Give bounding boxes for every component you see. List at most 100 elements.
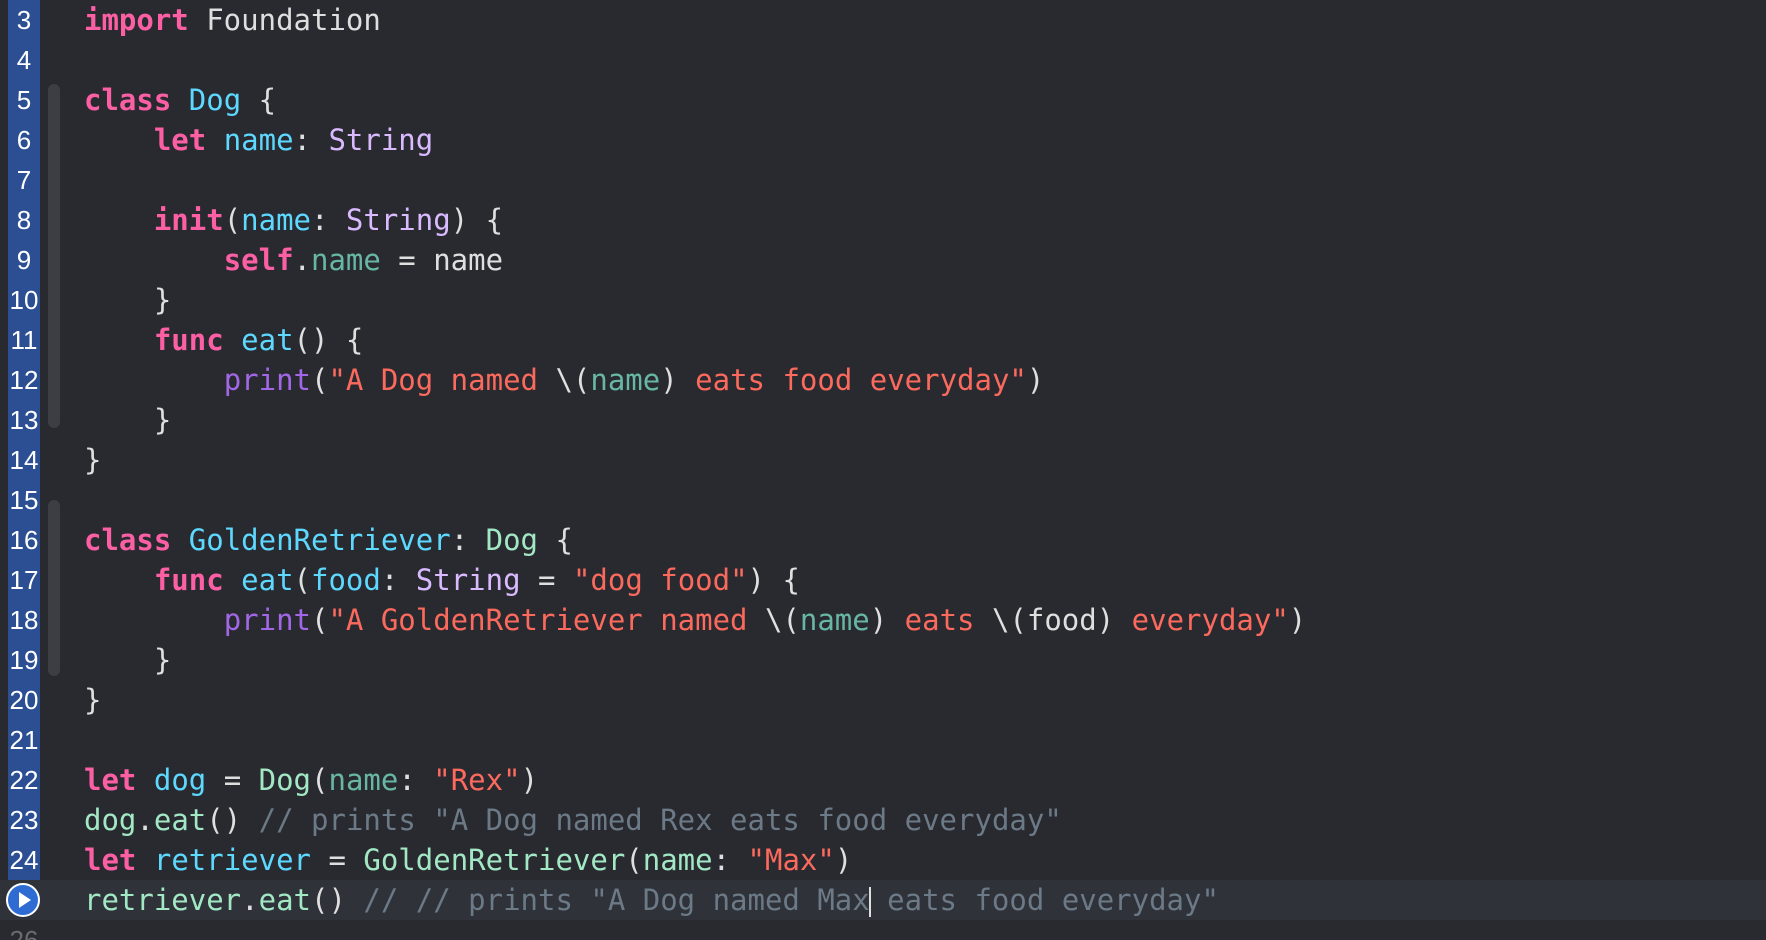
code-token: (): [206, 803, 259, 837]
code-token: name: [642, 843, 713, 877]
code-token: init: [153, 203, 224, 237]
code-token: eats food everyday": [677, 363, 1027, 397]
code-line[interactable]: 3 import Foundation: [0, 0, 1766, 40]
code-token: import: [84, 3, 189, 37]
code-token: "dog food": [572, 563, 748, 597]
code-line-current[interactable]: retriever.eat() // // prints "A Dog name…: [0, 880, 1766, 920]
code-line[interactable]: 20}: [0, 680, 1766, 720]
code-line[interactable]: 16 class GoldenRetriever: Dog {: [0, 520, 1766, 560]
code-token: \(: [555, 363, 591, 397]
code-line[interactable]: 17 func eat(food: String = "dog food") {: [0, 560, 1766, 600]
code-token: ): [1026, 363, 1045, 397]
line-number: 9: [16, 245, 32, 275]
code-token: (: [311, 763, 329, 797]
code-line[interactable]: 15: [0, 480, 1766, 520]
code-text: func eat(food: String = "dog food") {: [84, 560, 800, 600]
line-number: 8: [16, 205, 32, 235]
code-token: // prints "A Dog named Rex eats food eve…: [258, 803, 1062, 837]
code-token: name: [328, 763, 399, 797]
code-token: Dog: [258, 763, 312, 797]
code-line[interactable]: 18 print("A GoldenRetriever named \(name…: [0, 600, 1766, 640]
code-token: self: [223, 243, 294, 277]
code-token: print: [223, 603, 311, 637]
run-to-line-play-icon[interactable]: [6, 883, 40, 917]
line-number: 21: [9, 725, 39, 755]
code-token: "Max": [747, 843, 835, 877]
line-number: 14: [9, 445, 39, 475]
code-text: init(name: String) {: [84, 200, 503, 240]
code-line[interactable]: 11 func eat() {: [0, 320, 1766, 360]
code-token: String: [328, 123, 434, 157]
line-number: 15: [9, 485, 39, 515]
code-line[interactable]: 22 let dog = Dog(name: "Rex"): [0, 760, 1766, 800]
code-token: ): [520, 763, 539, 797]
code-line[interactable]: 4: [0, 40, 1766, 80]
line-number: 16: [9, 525, 39, 555]
code-token: class: [84, 523, 172, 557]
code-line[interactable]: 26: [0, 920, 1766, 940]
code-token: }: [84, 443, 102, 477]
code-line[interactable]: 9 self.name = name: [0, 240, 1766, 280]
line-number: 24: [9, 845, 39, 875]
code-token: }: [84, 283, 172, 317]
code-line[interactable]: 12 print("A Dog named \(name) eats food …: [0, 360, 1766, 400]
code-token: name: [311, 243, 381, 277]
code-editor[interactable]: 3 import Foundation 4 5 class Dog {6 let nam…: [0, 0, 1766, 940]
code-token: ): [1288, 603, 1307, 637]
code-token: retriever: [84, 883, 242, 917]
code-token: (: [223, 203, 242, 237]
code-token: eat: [153, 803, 207, 837]
line-number: 26: [9, 925, 39, 940]
code-token: {: [241, 83, 277, 117]
code-text: let dog = Dog(name: "Rex"): [84, 760, 538, 800]
code-token: name: [241, 203, 311, 237]
code-line[interactable]: 7: [0, 160, 1766, 200]
line-number: 17: [9, 565, 39, 595]
code-token: dog: [84, 803, 137, 837]
code-line[interactable]: 13 }: [0, 400, 1766, 440]
code-token: eat: [241, 563, 294, 597]
code-line[interactable]: 5 class Dog {: [0, 80, 1766, 120]
code-token: ): [660, 363, 678, 397]
code-line[interactable]: 24 let retriever = GoldenRetriever(name: …: [0, 840, 1766, 880]
code-text: print("A Dog named \(name) eats food eve…: [84, 360, 1045, 400]
code-token: :: [293, 123, 329, 157]
code-token: \(: [764, 603, 800, 637]
code-text: dog.eat() // prints "A Dog named Rex eat…: [84, 800, 1062, 840]
code-text: import Foundation: [84, 0, 381, 40]
code-token: retriever: [153, 843, 311, 877]
code-token: (: [311, 603, 329, 637]
code-line[interactable]: 8 init(name: String) {: [0, 200, 1766, 240]
code-line[interactable]: 23 dog.eat() // prints "A Dog named Rex e…: [0, 800, 1766, 840]
code-token: () {: [293, 323, 364, 357]
code-line[interactable]: 21: [0, 720, 1766, 760]
code-line[interactable]: 14}: [0, 440, 1766, 480]
code-line[interactable]: 10 }: [0, 280, 1766, 320]
code-token: food: [311, 563, 381, 597]
code-token: (): [311, 883, 364, 917]
code-token: }: [84, 683, 102, 717]
code-token: (: [293, 563, 312, 597]
code-text: let retriever = GoldenRetriever(name: "M…: [84, 840, 852, 880]
code-token: :: [712, 843, 748, 877]
code-line[interactable]: 19 }: [0, 640, 1766, 680]
line-number: 4: [16, 45, 32, 75]
code-text: print("A GoldenRetriever named \(name) e…: [84, 600, 1307, 640]
code-token: let: [84, 843, 137, 877]
line-number: 19: [9, 645, 39, 675]
code-token: everyday": [1114, 603, 1289, 637]
line-number: 23: [9, 805, 39, 835]
code-token: =: [206, 763, 259, 797]
code-token: eat: [258, 883, 311, 917]
code-line[interactable]: 6 let name: String: [0, 120, 1766, 160]
code-token: =: [311, 843, 364, 877]
